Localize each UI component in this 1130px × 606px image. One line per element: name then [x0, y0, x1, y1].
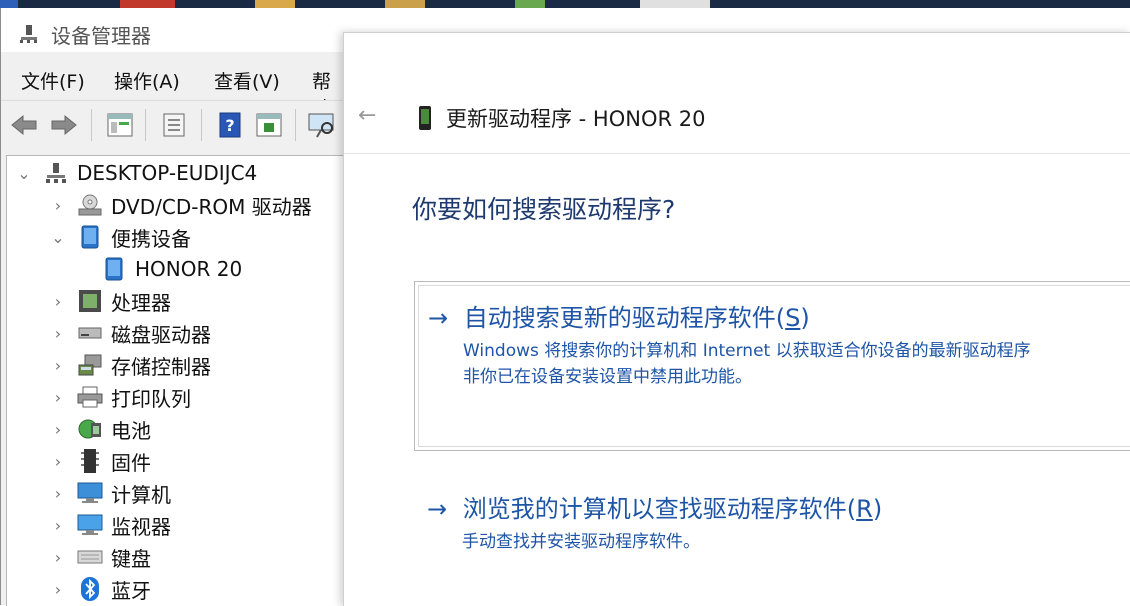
tree-item-computer[interactable]: › 计算机	[49, 478, 171, 508]
chevron-right-icon[interactable]: ›	[49, 420, 67, 439]
menu-action[interactable]: 操作(A)	[114, 67, 180, 94]
tree-root-label: DESKTOP-EUDIJC4	[77, 161, 258, 185]
device-tree: ⌄ DESKTOP-EUDIJC4 › DVD/CD-ROM 驱动器 ⌄ 便携设…	[6, 155, 347, 606]
option-description-line1: 手动查找并安装驱动程序软件。	[462, 532, 700, 552]
chevron-down-icon[interactable]: ⌄	[49, 228, 67, 247]
printer-icon	[77, 384, 103, 410]
tree-item-bluetooth[interactable]: › 蓝牙	[49, 574, 151, 604]
update-driver-dialog: ← 更新驱动程序 - HONOR 20 你要如何搜索驱动程序? → 自动搜索更新…	[343, 32, 1130, 606]
arrow-right-icon: →	[427, 495, 448, 523]
access-key: R	[856, 495, 873, 523]
back-arrow-icon[interactable]	[9, 110, 39, 140]
option-title: → 自动搜索更新的驱动程序软件(S)	[428, 304, 810, 332]
dvd-drive-icon	[77, 192, 103, 218]
computer-network-icon	[43, 160, 69, 186]
chevron-right-icon[interactable]: ›	[49, 388, 67, 407]
tree-item-label: 蓝牙	[111, 578, 151, 603]
option-title: → 浏览我的计算机以查找驱动程序软件(R)	[427, 495, 883, 523]
tree-item-keyboards[interactable]: › 键盘	[49, 542, 151, 572]
device-manager-window: 设备管理器 文件(F) 操作(A) 查看(V) 帮助 ?	[0, 8, 347, 606]
tree-item-monitors[interactable]: › 监视器	[49, 510, 171, 540]
chevron-down-icon[interactable]: ⌄	[15, 164, 33, 183]
taskbar-strip	[0, 0, 1130, 8]
forward-arrow-icon[interactable]	[49, 110, 79, 140]
svg-text:?: ?	[225, 116, 234, 135]
tree-item-processor[interactable]: › 处理器	[49, 286, 171, 316]
window-title: 设备管理器	[51, 24, 151, 48]
menu-file[interactable]: 文件(F)	[21, 67, 85, 94]
access-key: S	[785, 304, 801, 332]
tree-item-firmware[interactable]: › 固件	[49, 446, 151, 476]
chevron-right-icon[interactable]: ›	[49, 516, 67, 535]
tree-item-label: 处理器	[111, 290, 171, 315]
tree-item-label: 磁盘驱动器	[111, 322, 211, 347]
firmware-icon	[77, 448, 103, 474]
option-description-line2: 非你已在设备安装设置中禁用此功能。	[463, 367, 752, 387]
tree-item-storage-controllers[interactable]: › 存储控制器	[49, 350, 211, 380]
menu-view[interactable]: 查看(V)	[214, 67, 280, 94]
portable-device-icon	[77, 224, 103, 250]
browse-computer-option[interactable]: → 浏览我的计算机以查找驱动程序软件(R) 手动查找并安装驱动程序软件。	[414, 483, 1130, 593]
storage-controller-icon	[77, 352, 103, 378]
disk-drive-icon	[77, 320, 103, 346]
battery-icon	[77, 416, 103, 442]
tree-item-dvd[interactable]: › DVD/CD-ROM 驱动器	[49, 190, 312, 220]
phone-icon	[101, 256, 127, 282]
menu-bar: 文件(F) 操作(A) 查看(V) 帮助	[1, 56, 346, 120]
tree-item-label: 固件	[111, 450, 151, 475]
processor-icon	[77, 288, 103, 314]
chevron-right-icon[interactable]: ›	[49, 324, 67, 343]
keyboard-icon	[77, 544, 103, 570]
scan-hardware-icon[interactable]	[307, 110, 337, 140]
back-arrow-icon[interactable]: ←	[358, 103, 376, 128]
dialog-header: ← 更新驱动程序 - HONOR 20	[344, 33, 1130, 154]
chevron-right-icon[interactable]: ›	[49, 356, 67, 375]
dialog-title: 更新驱动程序 - HONOR 20	[446, 107, 706, 131]
title-bar: 设备管理器	[1, 8, 346, 52]
toolbar-separator	[201, 109, 202, 141]
help-icon[interactable]: ?	[215, 110, 245, 140]
tree-item-label: 打印队列	[111, 386, 191, 411]
toolbar-separator	[91, 109, 92, 141]
search-automatically-option[interactable]: → 自动搜索更新的驱动程序软件(S) Windows 将搜索你的计算机和 Int…	[414, 281, 1130, 451]
tree-item-honor-20[interactable]: HONOR 20	[101, 254, 242, 284]
arrow-right-icon: →	[428, 304, 449, 332]
chevron-right-icon[interactable]: ›	[49, 580, 67, 599]
monitor-icon	[77, 512, 103, 538]
show-hide-tree-icon[interactable]	[105, 110, 135, 140]
chevron-right-icon[interactable]: ›	[49, 548, 67, 567]
tree-item-label: 监视器	[111, 514, 171, 539]
chevron-right-icon[interactable]: ›	[49, 484, 67, 503]
tree-item-label: HONOR 20	[135, 257, 243, 281]
tree-item-battery[interactable]: › 电池	[49, 414, 151, 444]
tree-item-label: 便携设备	[111, 226, 191, 251]
tree-item-label: 计算机	[111, 482, 171, 507]
option-description-line1: Windows 将搜索你的计算机和 Internet 以获取适合你设备的最新驱动…	[463, 341, 1031, 361]
tree-item-disk-drives[interactable]: › 磁盘驱动器	[49, 318, 211, 348]
computer-icon	[77, 480, 103, 506]
toolbar-separator	[295, 109, 296, 141]
tree-item-print-queues[interactable]: › 打印队列	[49, 382, 191, 412]
chevron-right-icon[interactable]: ›	[49, 196, 67, 215]
device-manager-app-icon	[19, 24, 39, 44]
tree-item-label: 键盘	[111, 546, 151, 571]
chevron-right-icon[interactable]: ›	[49, 292, 67, 311]
tree-item-label: 电池	[111, 418, 151, 443]
bluetooth-icon	[77, 576, 103, 602]
tree-item-label: DVD/CD-ROM 驱动器	[111, 194, 312, 219]
update-driver-icon[interactable]	[254, 110, 284, 140]
tree-item-portable-devices[interactable]: ⌄ 便携设备	[49, 222, 191, 252]
tree-root[interactable]: ⌄ DESKTOP-EUDIJC4	[15, 158, 257, 188]
properties-icon[interactable]	[159, 110, 189, 140]
toolbar: ?	[1, 100, 346, 151]
toolbar-separator	[145, 109, 146, 141]
tree-item-label: 存储控制器	[111, 354, 211, 379]
chevron-right-icon[interactable]: ›	[49, 452, 67, 471]
phone-icon	[418, 105, 432, 131]
dialog-question: 你要如何搜索驱动程序?	[412, 195, 676, 224]
